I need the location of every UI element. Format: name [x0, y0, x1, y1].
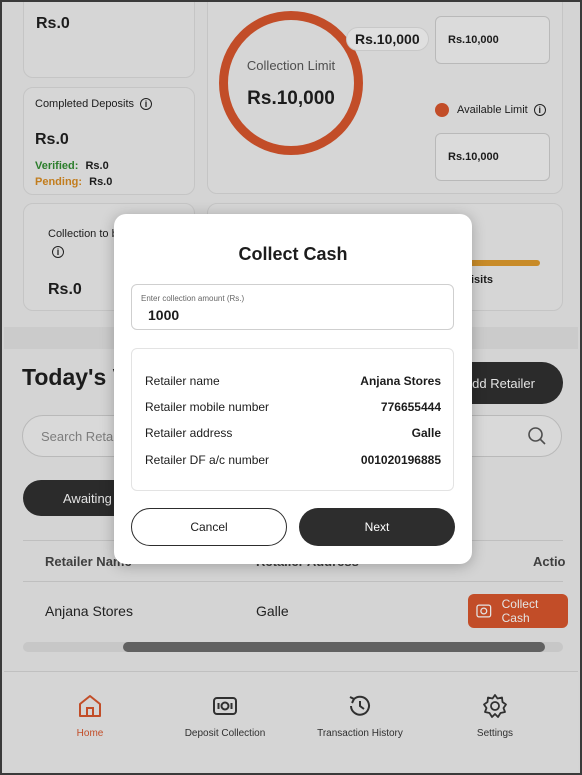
detail-value: 001020196885 — [360, 453, 441, 467]
dialog-title: Collect Cash — [238, 244, 348, 264]
detail-row-df-account: Retailer DF a/c number 001020196885 — [145, 453, 441, 467]
detail-row-retailer-name: Retailer name Anjana Stores — [145, 374, 441, 388]
retailer-details-panel: Retailer name Anjana Stores Retailer mob… — [131, 348, 454, 491]
next-button[interactable]: Next — [299, 508, 455, 546]
detail-value: Anjana Stores — [360, 374, 441, 388]
collection-amount-field[interactable]: Enter collection amount (Rs.) 1000 — [131, 284, 454, 330]
collect-cash-dialog: Collect Cash Enter collection amount (Rs… — [114, 214, 472, 564]
detail-label: Retailer mobile number — [145, 400, 270, 414]
cancel-button[interactable]: Cancel — [131, 508, 287, 546]
detail-label: Retailer DF a/c number — [145, 453, 270, 467]
collection-amount-input[interactable]: 1000 — [148, 307, 179, 323]
app-screen: Rs.0 Collection Limit Rs.10,000 Rs.10,00… — [0, 0, 582, 775]
detail-row-mobile-number: Retailer mobile number 776655444 — [145, 400, 441, 414]
collection-amount-label: Enter collection amount (Rs.) — [141, 294, 245, 303]
detail-row-address: Retailer address Galle — [145, 426, 441, 440]
detail-label: Retailer name — [145, 374, 220, 388]
detail-label: Retailer address — [145, 426, 233, 440]
detail-value: Galle — [411, 426, 441, 440]
detail-value: 776655444 — [380, 400, 441, 414]
